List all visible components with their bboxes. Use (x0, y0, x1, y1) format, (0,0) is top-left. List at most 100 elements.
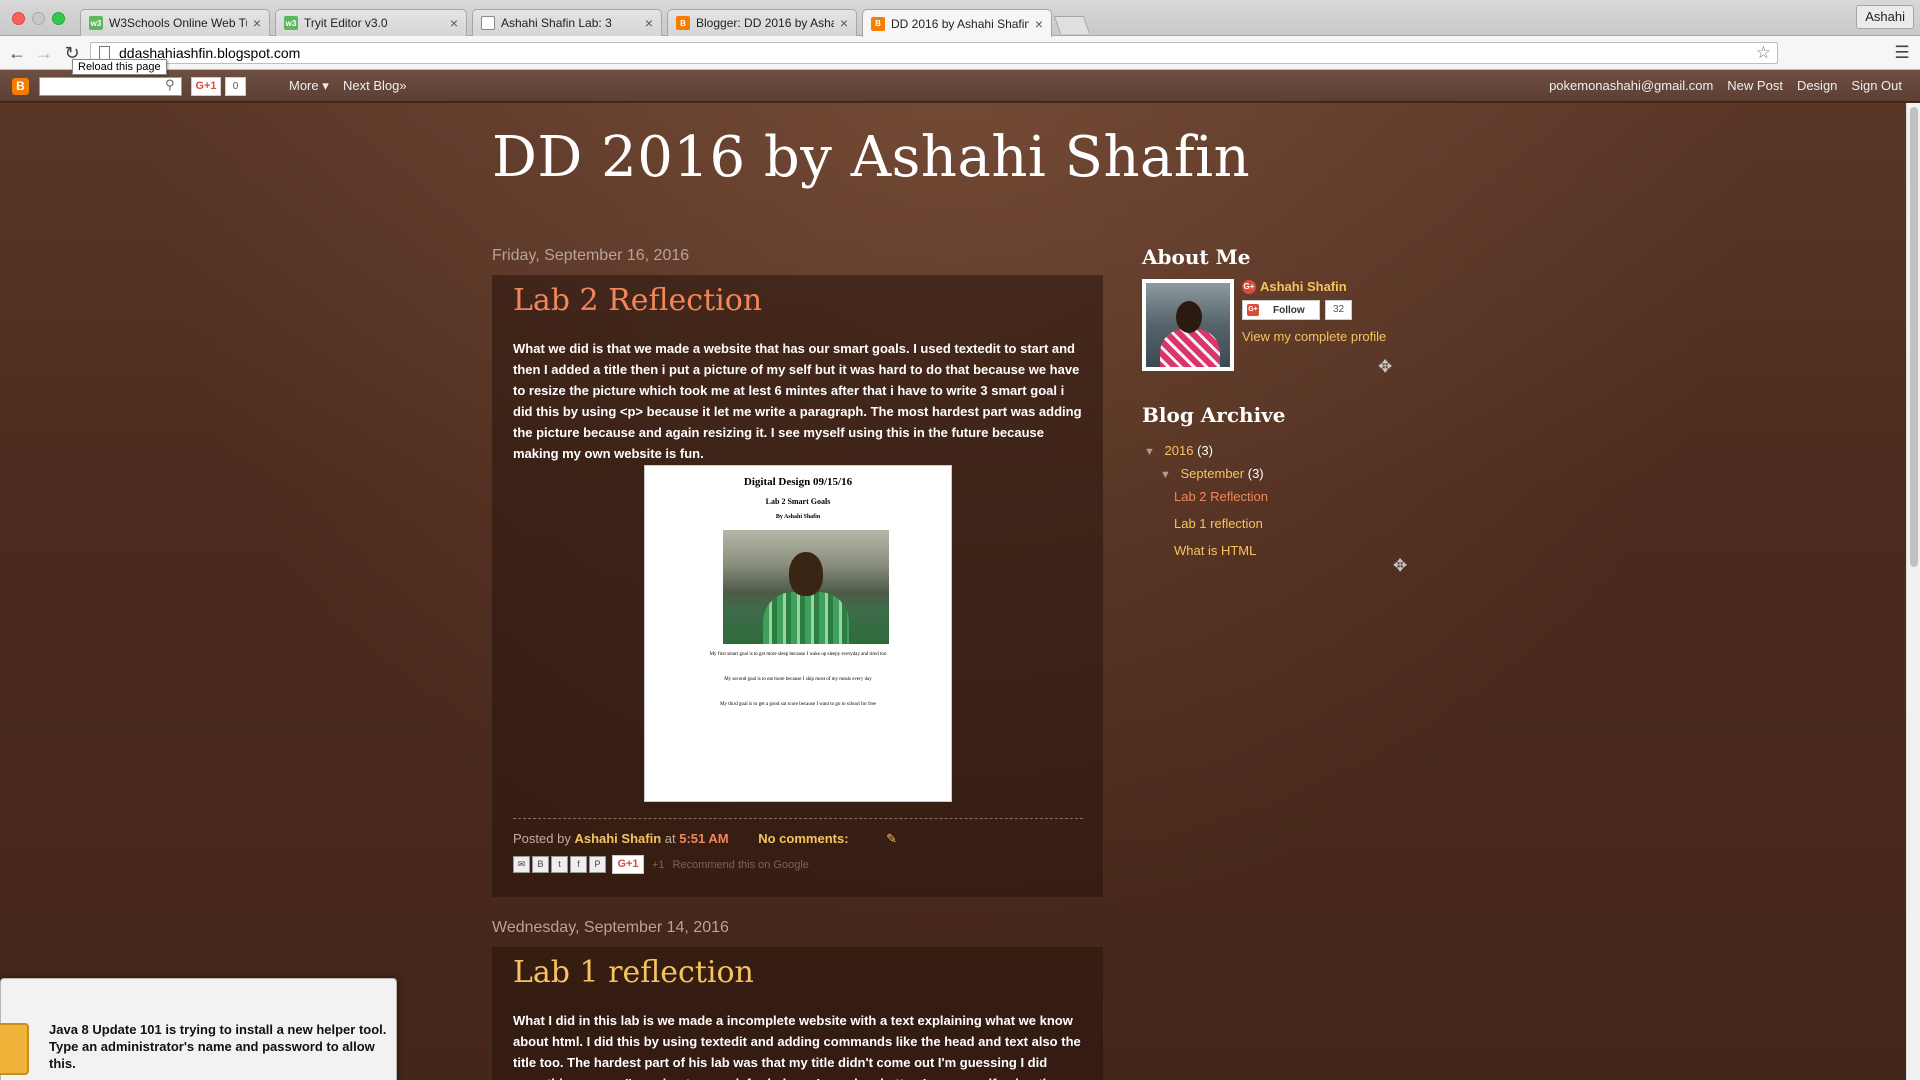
browser-tab[interactable]: B Blogger: DD 2016 by Ashal × (667, 9, 857, 36)
wrench-icon[interactable]: ✥ (1393, 556, 1407, 576)
blogger-logo-icon[interactable]: B (12, 78, 29, 95)
image-goal-2: My second goal is to eat more because I … (724, 677, 872, 682)
pinterest-share-icon[interactable]: P (589, 856, 606, 873)
follow-button[interactable]: G+ Follow (1242, 300, 1320, 320)
address-bar[interactable]: ddashahiashfin.blogspot.com ☆ (90, 42, 1778, 64)
profile-name[interactable]: G+ Ashahi Shafin (1242, 279, 1347, 294)
google-plus-count: 0 (225, 77, 246, 96)
hamburger-menu-icon[interactable]: ☰ (1894, 44, 1910, 61)
archive-year-2016[interactable]: ▼ 2016 (3) (1144, 443, 1213, 458)
archive-year-count: (3) (1197, 443, 1213, 458)
follow-label: Follow (1273, 304, 1305, 316)
window-minimize-button[interactable] (32, 12, 45, 25)
tab-close-icon[interactable]: × (450, 15, 458, 31)
blog-title[interactable]: DD 2016 by Ashahi Shafin (492, 125, 1250, 190)
post-body: What we did is that we made a website th… (513, 341, 1082, 461)
photo-figure (763, 592, 849, 644)
profile-name-text[interactable]: Ashahi Shafin (1260, 279, 1347, 294)
archive-month-september[interactable]: ▼ September (3) (1160, 466, 1264, 481)
author-link[interactable]: Ashahi Shafin (574, 831, 661, 846)
tab-close-icon[interactable]: × (1035, 16, 1043, 32)
view-profile-link[interactable]: View my complete profile (1242, 329, 1386, 344)
more-menu[interactable]: More ▾ (289, 78, 329, 94)
archive-post-link[interactable]: What is HTML (1174, 543, 1256, 558)
expand-triangle-icon[interactable]: ▼ (1160, 469, 1171, 481)
image-heading: Digital Design 09/15/16 (743, 476, 853, 488)
blog-post: Lab 1 reflection What I did in this lab … (492, 947, 1103, 1080)
google-plus-button[interactable]: G+1 (191, 77, 221, 96)
window-maximize-button[interactable] (52, 12, 65, 25)
tab-close-icon[interactable]: × (840, 15, 848, 31)
new-tab-button[interactable] (1053, 16, 1091, 34)
tab-close-icon[interactable]: × (253, 15, 261, 31)
google-plus-icon: G+ (1247, 304, 1259, 316)
post-title[interactable]: Lab 2 Reflection (513, 283, 762, 318)
browser-tab-active[interactable]: B DD 2016 by Ashahi Shafin × (862, 9, 1052, 37)
post-body: What I did in this lab is we made a inco… (513, 1013, 1081, 1080)
browser-toolbar: ← → ↻ ddashahiashfin.blogspot.com ☆ ☰ (0, 36, 1920, 70)
about-me-heading: About Me (1142, 245, 1251, 269)
account-email[interactable]: pokemonashahi@gmail.com (1549, 78, 1713, 93)
navbar-account-links: pokemonashahi@gmail.com New Post Design … (1549, 78, 1902, 93)
comments-link[interactable]: No comments: (758, 831, 848, 846)
post-footer: Posted by Ashahi Shafin at 5:51 AM No co… (513, 831, 897, 847)
expand-triangle-icon[interactable]: ▼ (1144, 446, 1155, 458)
tab-label: DD 2016 by Ashahi Shafin (891, 16, 1029, 31)
search-icon[interactable]: ⚲ (165, 77, 175, 93)
profile-button[interactable]: Ashahi (1856, 5, 1914, 29)
blogger-navbar: B ⚲ G+1 0 More ▾ Next Blog» pokemonashah… (0, 70, 1920, 102)
next-blog-link[interactable]: Next Blog» (343, 78, 407, 93)
java-install-dialog: Java 8 Update 101 is trying to install a… (0, 978, 397, 1080)
browser-tab[interactable]: w3 Tryit Editor v3.0 × (275, 9, 467, 36)
google-plus-icon: G+ (1242, 279, 1256, 294)
twitter-share-icon[interactable]: t (551, 856, 568, 873)
sign-out-link[interactable]: Sign Out (1851, 78, 1902, 93)
forward-arrow-icon[interactable]: → (33, 42, 55, 64)
profile-photo[interactable] (1142, 279, 1234, 371)
google-plus-button[interactable]: G+1 (612, 855, 644, 874)
blog-archive-heading: Blog Archive (1142, 403, 1286, 427)
design-link[interactable]: Design (1797, 78, 1837, 93)
window-close-button[interactable] (12, 12, 25, 25)
post-date-header: Friday, September 16, 2016 (492, 247, 690, 264)
new-post-link[interactable]: New Post (1727, 78, 1783, 93)
recommend-text: Recommend this on Google (672, 858, 809, 871)
follower-count: 32 (1325, 300, 1352, 320)
scrollbar-thumb[interactable] (1910, 107, 1918, 567)
java-dialog-message: Java 8 Update 101 is trying to install a… (49, 1022, 387, 1071)
blogger-icon: B (676, 16, 690, 30)
page-scrollbar[interactable] (1906, 103, 1920, 1080)
archive-year-label[interactable]: 2016 (1165, 443, 1194, 458)
wrench-icon[interactable]: ✥ (1378, 357, 1392, 377)
blog-search-input[interactable] (39, 77, 182, 96)
post-image[interactable]: Digital Design 09/15/16 Lab 2 Smart Goal… (644, 465, 952, 802)
post-date-header: Wednesday, September 14, 2016 (492, 919, 729, 936)
photo-figure-head (789, 552, 823, 596)
image-goal-3: My third goal is to get a good sat score… (720, 702, 876, 707)
image-goal-1: My first smart goal is to get more sleep… (709, 652, 887, 657)
profile-photo-image (1146, 283, 1230, 367)
email-share-icon[interactable]: ✉ (513, 856, 530, 873)
w3schools-icon: w3 (89, 16, 103, 30)
tab-label: Tryit Editor v3.0 (304, 16, 388, 30)
tab-label: W3Schools Online Web Tu (109, 16, 247, 30)
bookmark-star-icon[interactable]: ☆ (1756, 43, 1771, 63)
tab-label: Ashahi Shafin Lab: 3 (501, 16, 612, 30)
facebook-share-icon[interactable]: f (570, 856, 587, 873)
archive-post-link[interactable]: Lab 2 Reflection (1174, 489, 1268, 504)
browser-tab[interactable]: w3 W3Schools Online Web Tu × (80, 9, 270, 36)
tab-label: Blogger: DD 2016 by Ashal (696, 16, 834, 30)
image-byline: By Ashahi Shafin (775, 514, 821, 520)
archive-month-label[interactable]: September (1181, 466, 1245, 481)
plus-one-count: +1 (652, 858, 665, 871)
browser-tab[interactable]: Ashahi Shafin Lab: 3 × (472, 9, 662, 36)
back-arrow-icon[interactable]: ← (6, 42, 28, 64)
archive-month-count: (3) (1247, 466, 1264, 481)
blogthis-share-icon[interactable]: B (532, 856, 549, 873)
profile-photo-figure-head (1176, 301, 1202, 333)
edit-pencil-icon[interactable]: ✎ (886, 831, 897, 846)
archive-post-link[interactable]: Lab 1 reflection (1174, 516, 1263, 531)
post-title[interactable]: Lab 1 reflection (513, 955, 754, 990)
tab-close-icon[interactable]: × (645, 15, 653, 31)
post-time-link[interactable]: 5:51 AM (679, 831, 728, 846)
